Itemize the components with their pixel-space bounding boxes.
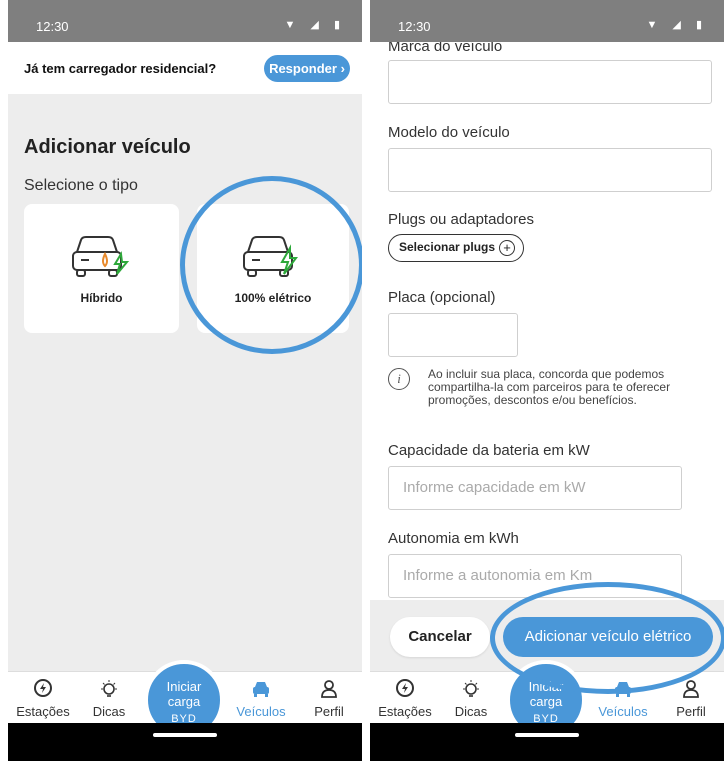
- range-label: Autonomia em kWh: [388, 530, 519, 547]
- banner-question: Já tem carregador residencial?: [24, 61, 217, 76]
- home-pill[interactable]: [515, 733, 579, 737]
- nav-label: Estações: [16, 704, 70, 719]
- plugs-label: Plugs ou adaptadores: [388, 211, 534, 228]
- highlight-ring: [180, 176, 362, 354]
- nav-label: Perfil: [676, 704, 706, 719]
- system-nav-bar: [370, 723, 724, 761]
- plate-input[interactable]: [388, 313, 518, 357]
- info-icon: i: [388, 368, 410, 390]
- nav-estacoes[interactable]: Estações: [370, 678, 440, 719]
- status-bar: 12:30 ▼ ◢ ▮: [8, 0, 362, 42]
- responder-button[interactable]: Responder ›: [264, 55, 350, 82]
- left-screen: 12:30 ▼ ◢ ▮ Já tem carregador residencia…: [8, 0, 362, 761]
- nav-label: Dicas: [454, 704, 488, 719]
- nav-label: Perfil: [314, 704, 344, 719]
- person-icon: [683, 680, 699, 698]
- status-time: 12:30: [36, 19, 69, 34]
- right-screen: Marca do veículo 12:30 ▼ ◢ ▮ Modelo do v…: [370, 0, 724, 761]
- model-label: Modelo do veículo: [388, 124, 510, 141]
- status-time: 12:30: [398, 19, 431, 34]
- nav-label: Dicas: [92, 704, 126, 719]
- page-title: Adicionar veículo: [24, 136, 191, 158]
- fab-line2: carga: [529, 694, 563, 709]
- battery-label: Capacidade da bateria em kW: [388, 442, 590, 459]
- car-icon: [253, 682, 269, 697]
- plate-label: Placa (opcional): [388, 289, 496, 306]
- brand-input[interactable]: [388, 60, 712, 104]
- plugs-button-label: Selecionar plugs: [399, 240, 496, 254]
- charger-banner: Já tem carregador residencial? Responder…: [8, 42, 362, 94]
- status-bar: 12:30 ▼ ◢ ▮: [370, 0, 724, 42]
- system-icons: ▼ ◢ ▮: [646, 19, 708, 31]
- highlight-ring: [490, 582, 724, 694]
- system-nav-bar: [8, 723, 362, 761]
- hybrid-type-card[interactable]: Híbrido: [24, 204, 179, 333]
- system-icons: ▼ ◢ ▮: [284, 19, 346, 31]
- battery-input[interactable]: Informe capacidade em kW: [388, 466, 682, 510]
- cancel-button[interactable]: Cancelar: [390, 617, 490, 657]
- nav-veiculos[interactable]: Veículos: [226, 678, 296, 719]
- lightbulb-icon: [463, 680, 479, 697]
- home-pill[interactable]: [153, 733, 217, 737]
- type-subtitle: Selecione o tipo: [24, 177, 138, 194]
- lightning-pin-icon: [34, 679, 52, 697]
- hybrid-car-icon: [71, 236, 129, 277]
- lightning-pin-icon: [396, 679, 414, 697]
- nav-label: Veículos: [598, 704, 648, 719]
- plate-info-text: Ao incluir sua placa, concorda que podem…: [428, 367, 671, 407]
- hybrid-label: Híbrido: [80, 291, 123, 305]
- fab-line2: carga: [167, 694, 201, 709]
- person-icon: [321, 680, 337, 698]
- fab-line1: Iniciar: [166, 679, 202, 694]
- nav-dicas[interactable]: Dicas: [74, 678, 144, 719]
- plus-icon: +: [499, 240, 515, 256]
- nav-perfil[interactable]: Perfil: [294, 678, 362, 719]
- model-input[interactable]: [388, 148, 712, 192]
- lightbulb-icon: [101, 680, 117, 697]
- nav-label: Veículos: [236, 704, 286, 719]
- nav-dicas[interactable]: Dicas: [436, 678, 506, 719]
- nav-estacoes[interactable]: Estações: [8, 678, 78, 719]
- nav-label: Estações: [378, 704, 432, 719]
- select-plugs-button[interactable]: Selecionar plugs +: [388, 234, 524, 262]
